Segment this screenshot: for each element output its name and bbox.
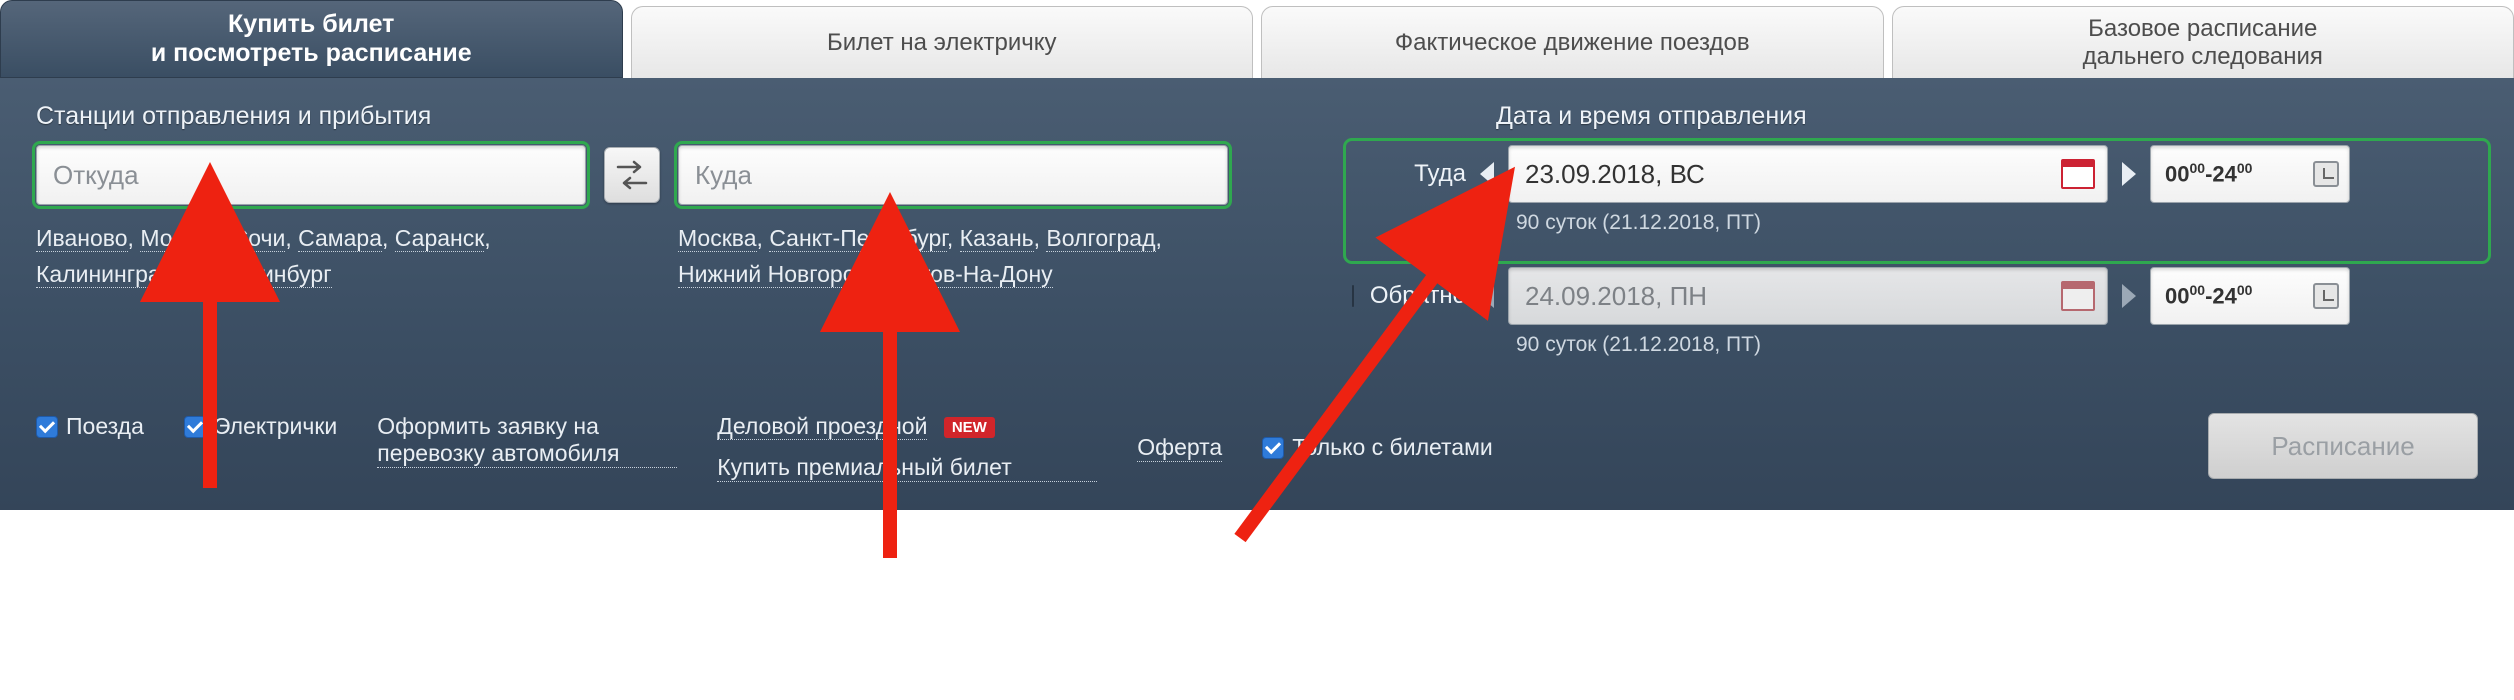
business-pass-link[interactable]: Деловой проездной <box>717 413 927 440</box>
city-link[interactable]: Волгоград <box>1046 225 1155 252</box>
time-value: 0000-2400 <box>2165 282 2252 309</box>
city-link[interactable]: Москва <box>678 225 757 252</box>
calendar-icon <box>2061 159 2095 189</box>
city-link[interactable]: Екатеринбург <box>187 261 332 288</box>
checkbox-label: Только с билетами <box>1292 434 1493 461</box>
depart-range-note: 90 суток (21.12.2018, ПТ) <box>1516 211 2478 235</box>
checkbox-icon <box>36 416 58 438</box>
trains-checkbox[interactable]: Поезда <box>36 413 144 440</box>
city-link[interactable]: Сочи <box>232 225 286 252</box>
date-next-button[interactable] <box>2122 162 2136 186</box>
city-link[interactable]: Саранск <box>395 225 485 252</box>
time-value: 0000-2400 <box>2165 160 2252 187</box>
return-date-next-button[interactable] <box>2122 284 2136 308</box>
return-range-note: 90 суток (21.12.2018, ПТ) <box>1516 333 2478 357</box>
return-date-input[interactable]: 24.09.2018, ПН <box>1508 267 2108 325</box>
offer-link[interactable]: Оферта <box>1137 434 1222 462</box>
calendar-icon <box>2061 281 2095 311</box>
checkbox-icon <box>1262 437 1284 459</box>
return-time-range[interactable]: 0000-2400 <box>2150 267 2350 325</box>
date-prev-button[interactable] <box>1480 162 1494 186</box>
premium-ticket-link[interactable]: Купить премиальный билет <box>717 454 1097 482</box>
return-label: Обратно <box>1370 282 1466 310</box>
button-label: Расписание <box>2271 431 2414 462</box>
search-panel: Станции отправления и прибытия Иваново, … <box>0 78 2514 510</box>
depart-time-range[interactable]: 0000-2400 <box>2150 145 2350 203</box>
city-link[interactable]: Иваново <box>36 225 128 252</box>
stations-label: Станции отправления и прибытия <box>36 102 1286 131</box>
car-transport-link[interactable]: Оформить заявку на перевозку автомобиля <box>377 413 677 468</box>
tab-label: Фактическое движение поездов <box>1395 29 1750 57</box>
swap-icon <box>616 160 648 174</box>
tab-label: Билет на электричку <box>827 29 1057 57</box>
city-link[interactable]: Самара <box>298 225 382 252</box>
tab-base-schedule[interactable]: Базовое расписание дальнего следования <box>1892 6 2514 78</box>
date-value: 23.09.2018, ВС <box>1525 159 1705 190</box>
date-value: 24.09.2018, ПН <box>1525 281 1707 312</box>
swap-icon <box>616 176 648 190</box>
city-link[interactable]: Казань <box>960 225 1034 252</box>
there-label: Туда <box>1356 160 1466 188</box>
tab-buy-ticket[interactable]: Купить билет и посмотреть расписание <box>0 0 623 78</box>
datetime-label: Дата и время отправления <box>1496 102 2478 131</box>
tab-suburban-ticket[interactable]: Билет на электричку <box>631 6 1254 78</box>
to-city-suggestions: Москва, Санкт-Петербург, Казань, Волгогр… <box>678 221 1228 292</box>
clock-icon <box>2313 161 2339 187</box>
city-link[interactable]: Калининград <box>36 261 174 288</box>
from-city-suggestions: Иваново, Москва, Сочи, Самара, Саранск, … <box>36 221 586 292</box>
tab-bar: Купить билет и посмотреть расписание Бил… <box>0 0 2514 78</box>
schedule-button[interactable]: Расписание <box>2208 413 2478 479</box>
swap-stations-button[interactable] <box>604 147 660 203</box>
suburban-checkbox[interactable]: Электрички <box>184 413 337 440</box>
tab-actual-movement[interactable]: Фактическое движение поездов <box>1261 6 1884 78</box>
only-with-tickets-checkbox[interactable]: Только с билетами <box>1262 434 1493 461</box>
city-link[interactable]: Ростов-На-Дону <box>881 261 1052 288</box>
return-checkbox[interactable] <box>1352 285 1354 307</box>
city-link[interactable]: Санкт-Петербург <box>769 225 947 252</box>
checkbox-icon <box>184 416 206 438</box>
city-link[interactable]: Москва <box>140 225 219 252</box>
depart-date-input[interactable]: 23.09.2018, ВС <box>1508 145 2108 203</box>
checkbox-label: Электрички <box>214 413 337 440</box>
return-date-prev-button[interactable] <box>1480 284 1494 308</box>
city-link[interactable]: Нижний Новгород <box>678 261 868 288</box>
tab-label: Базовое расписание дальнего следования <box>2083 15 2323 70</box>
checkbox-label: Поезда <box>66 413 144 440</box>
from-station-input[interactable] <box>36 145 586 205</box>
new-badge: NEW <box>944 417 995 438</box>
clock-icon <box>2313 283 2339 309</box>
tab-label: Купить билет и посмотреть расписание <box>151 10 472 68</box>
to-station-input[interactable] <box>678 145 1228 205</box>
